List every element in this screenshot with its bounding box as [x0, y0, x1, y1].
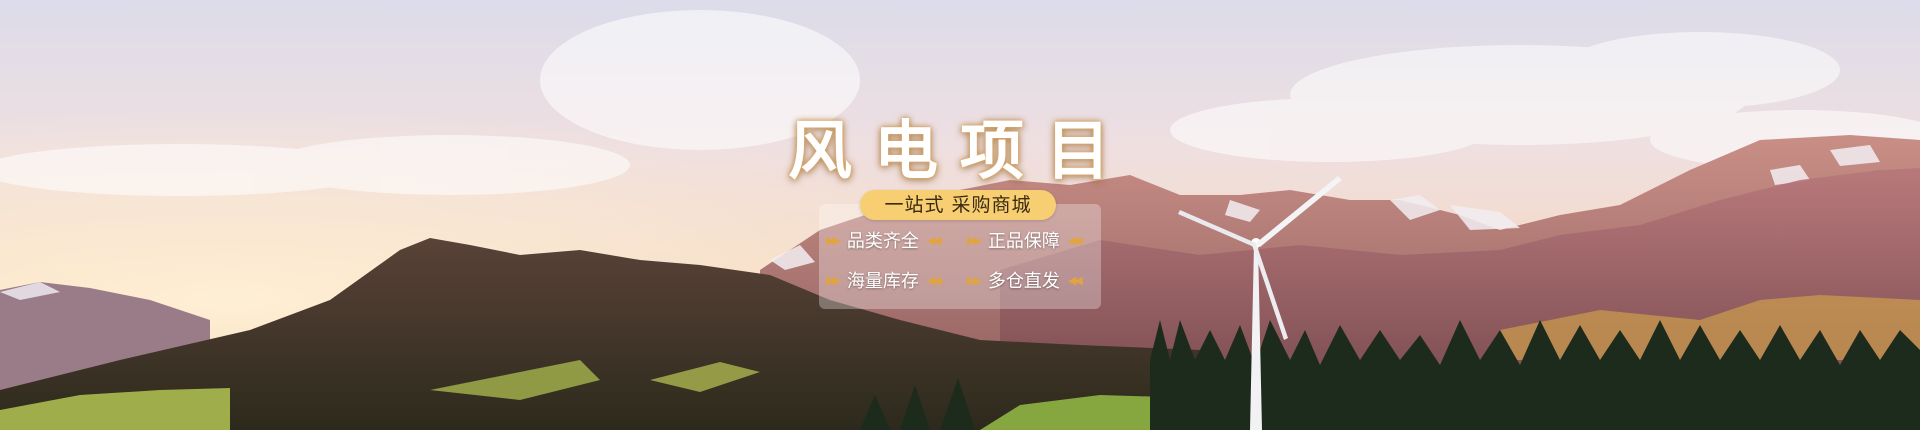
arrow-left-icon: ◀◀ [926, 273, 942, 287]
page-title: 风电项目 [788, 115, 1132, 189]
feature-label: 品类齐全 [846, 231, 919, 252]
arrow-right-icon: ▶▶ [826, 273, 841, 287]
feature-item: ▶▶ 海量库存 ◀◀ [826, 266, 942, 294]
hero-banner: 风电项目 一站式 采购商城 ▶▶ 品类齐全 ◀◀ ▶▶ 正品保障 ◀◀ ▶▶ 海… [0, 0, 1920, 430]
arrow-right-icon: ▶▶ [967, 273, 982, 287]
feature-item: ▶▶ 正品保障 ◀◀ [967, 226, 1083, 254]
feature-label: 正品保障 [987, 231, 1060, 252]
arrow-left-icon: ◀◀ [1067, 233, 1083, 247]
arrow-right-icon: ▶▶ [967, 233, 982, 247]
feature-label: 多仓直发 [987, 271, 1060, 292]
feature-label: 海量库存 [846, 271, 919, 292]
feature-item: ▶▶ 品类齐全 ◀◀ [826, 226, 942, 254]
feature-item: ▶▶ 多仓直发 ◀◀ [967, 266, 1083, 294]
arrow-left-icon: ◀◀ [1067, 273, 1083, 287]
tagline-badge: 一站式 采购商城 [860, 190, 1056, 220]
arrow-right-icon: ▶▶ [826, 233, 841, 247]
arrow-left-icon: ◀◀ [926, 233, 942, 247]
